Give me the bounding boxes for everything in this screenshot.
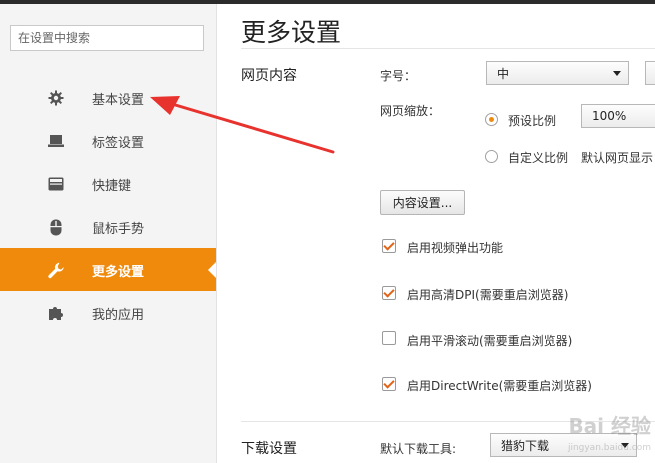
annotation-arrow <box>150 96 335 154</box>
